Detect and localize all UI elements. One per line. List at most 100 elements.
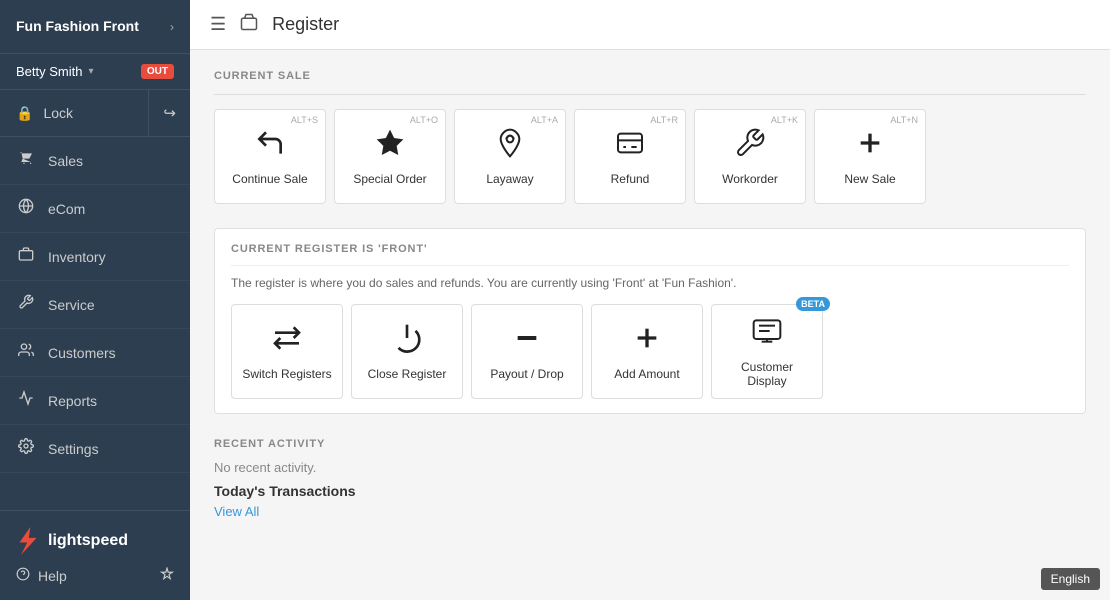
customer-display-icon — [751, 315, 783, 354]
beta-badge: BETA — [796, 297, 830, 311]
lock-icon: 🔒 — [16, 105, 33, 122]
sidebar-item-reports[interactable]: Reports — [0, 377, 190, 425]
sidebar-brand[interactable]: Fun Fashion Front › — [0, 0, 190, 54]
register-desc: The register is where you do sales and r… — [231, 276, 1069, 290]
language-badge[interactable]: English — [1041, 568, 1100, 590]
service-icon — [16, 294, 36, 315]
sales-icon — [16, 150, 36, 171]
current-register-section: CURRENT REGISTER IS 'FRONT' The register… — [214, 228, 1086, 414]
no-activity-text: No recent activity. — [214, 460, 1086, 475]
sidebar-item-label-customers: Customers — [48, 345, 116, 361]
logout-icon: ↪ — [163, 104, 176, 122]
lock-row: 🔒 Lock ↪ — [0, 90, 190, 137]
customer-display-card[interactable]: BETA Customer Display — [711, 304, 823, 399]
close-register-label: Close Register — [368, 367, 447, 381]
new-sale-shortcut: ALT+N — [890, 115, 918, 125]
sidebar-item-inventory[interactable]: Inventory — [0, 233, 190, 281]
current-register-label: CURRENT REGISTER IS 'FRONT' — [231, 243, 1069, 266]
topbar: ☰ Register — [190, 0, 1110, 50]
customers-icon — [16, 342, 36, 363]
layaway-icon — [494, 127, 526, 166]
help-icon — [16, 567, 30, 584]
reports-icon — [16, 390, 36, 411]
close-register-card[interactable]: Close Register — [351, 304, 463, 399]
main-content: ☰ Register CURRENT SALE ALT+S Continue S… — [190, 0, 1110, 600]
special-order-icon — [374, 127, 406, 166]
settings-icon — [16, 438, 36, 459]
current-sale-section: CURRENT SALE ALT+S Continue Sale ALT+O S… — [214, 70, 1086, 204]
inventory-icon — [16, 246, 36, 267]
pin-icon — [160, 567, 174, 581]
layaway-card[interactable]: ALT+A Layaway — [454, 109, 566, 204]
lightspeed-flame-icon — [16, 527, 40, 555]
lightspeed-logo: lightspeed — [16, 527, 174, 555]
switch-registers-label: Switch Registers — [242, 367, 331, 381]
ecom-icon — [16, 198, 36, 219]
sidebar-item-ecom[interactable]: eCom — [0, 185, 190, 233]
special-order-shortcut: ALT+O — [410, 115, 438, 125]
content-area: CURRENT SALE ALT+S Continue Sale ALT+O S… — [190, 50, 1110, 600]
sidebar-bottom: lightspeed Help — [0, 510, 190, 600]
refund-card[interactable]: ALT+R Refund — [574, 109, 686, 204]
continue-sale-label: Continue Sale — [232, 172, 307, 186]
lock-label: Lock — [43, 105, 73, 121]
current-sale-label: CURRENT SALE — [214, 70, 1086, 82]
layaway-shortcut: ALT+A — [531, 115, 558, 125]
pin-button[interactable] — [160, 567, 174, 584]
hamburger-icon[interactable]: ☰ — [210, 14, 226, 35]
layaway-label: Layaway — [486, 172, 533, 186]
add-amount-card[interactable]: Add Amount — [591, 304, 703, 399]
register-cards: Switch Registers Close Register Payout /… — [231, 304, 1069, 399]
current-sale-cards: ALT+S Continue Sale ALT+O Special Order … — [214, 109, 1086, 204]
continue-sale-card[interactable]: ALT+S Continue Sale — [214, 109, 326, 204]
sidebar-item-label-sales: Sales — [48, 153, 83, 169]
continue-sale-shortcut: ALT+S — [291, 115, 318, 125]
sidebar-help-row: Help — [16, 567, 174, 584]
payout-drop-card[interactable]: Payout / Drop — [471, 304, 583, 399]
help-label: Help — [38, 568, 67, 584]
sidebar-item-label-reports: Reports — [48, 393, 97, 409]
sidebar-item-customers[interactable]: Customers — [0, 329, 190, 377]
sidebar-item-settings[interactable]: Settings — [0, 425, 190, 473]
add-amount-label: Add Amount — [614, 367, 679, 381]
brand-name: Fun Fashion Front — [16, 18, 139, 35]
workorder-label: Workorder — [722, 172, 778, 186]
sidebar-item-sales[interactable]: Sales — [0, 137, 190, 185]
sidebar-item-label-settings: Settings — [48, 441, 99, 457]
add-amount-icon — [631, 322, 663, 361]
help-button[interactable]: Help — [16, 567, 67, 584]
switch-registers-icon — [271, 322, 303, 361]
special-order-card[interactable]: ALT+O Special Order — [334, 109, 446, 204]
logout-button[interactable]: ↪ — [149, 90, 190, 136]
brand-chevron-icon: › — [170, 20, 174, 34]
payout-drop-icon — [511, 322, 543, 361]
customer-display-label: Customer Display — [720, 360, 814, 389]
today-transactions-label: Today's Transactions — [214, 483, 1086, 499]
new-sale-card[interactable]: ALT+N New Sale — [814, 109, 926, 204]
refund-icon — [614, 127, 646, 166]
switch-registers-card[interactable]: Switch Registers — [231, 304, 343, 399]
sidebar-item-label-ecom: eCom — [48, 201, 85, 217]
recent-activity-label: RECENT ACTIVITY — [214, 438, 1086, 450]
sidebar-user-row: Betty Smith ▾ OUT — [0, 54, 190, 90]
register-icon — [240, 13, 258, 36]
lightspeed-text: lightspeed — [48, 532, 128, 550]
user-chevron-icon: ▾ — [88, 66, 93, 77]
sidebar-nav: Sales eCom Inventory Service Customers — [0, 137, 190, 510]
new-sale-label: New Sale — [844, 172, 895, 186]
special-order-label: Special Order — [353, 172, 426, 186]
workorder-shortcut: ALT+K — [771, 115, 798, 125]
refund-label: Refund — [611, 172, 650, 186]
view-all-link[interactable]: View All — [214, 504, 259, 519]
sidebar-user-info[interactable]: Betty Smith ▾ — [16, 64, 94, 79]
workorder-card[interactable]: ALT+K Workorder — [694, 109, 806, 204]
continue-sale-icon — [254, 127, 286, 166]
sidebar: Fun Fashion Front › Betty Smith ▾ OUT 🔒 … — [0, 0, 190, 600]
sidebar-item-service[interactable]: Service — [0, 281, 190, 329]
payout-drop-label: Payout / Drop — [490, 367, 563, 381]
lock-button[interactable]: 🔒 Lock — [0, 90, 148, 136]
page-title: Register — [272, 14, 339, 35]
workorder-icon — [734, 127, 766, 166]
refund-shortcut: ALT+R — [650, 115, 678, 125]
user-name: Betty Smith — [16, 64, 82, 79]
